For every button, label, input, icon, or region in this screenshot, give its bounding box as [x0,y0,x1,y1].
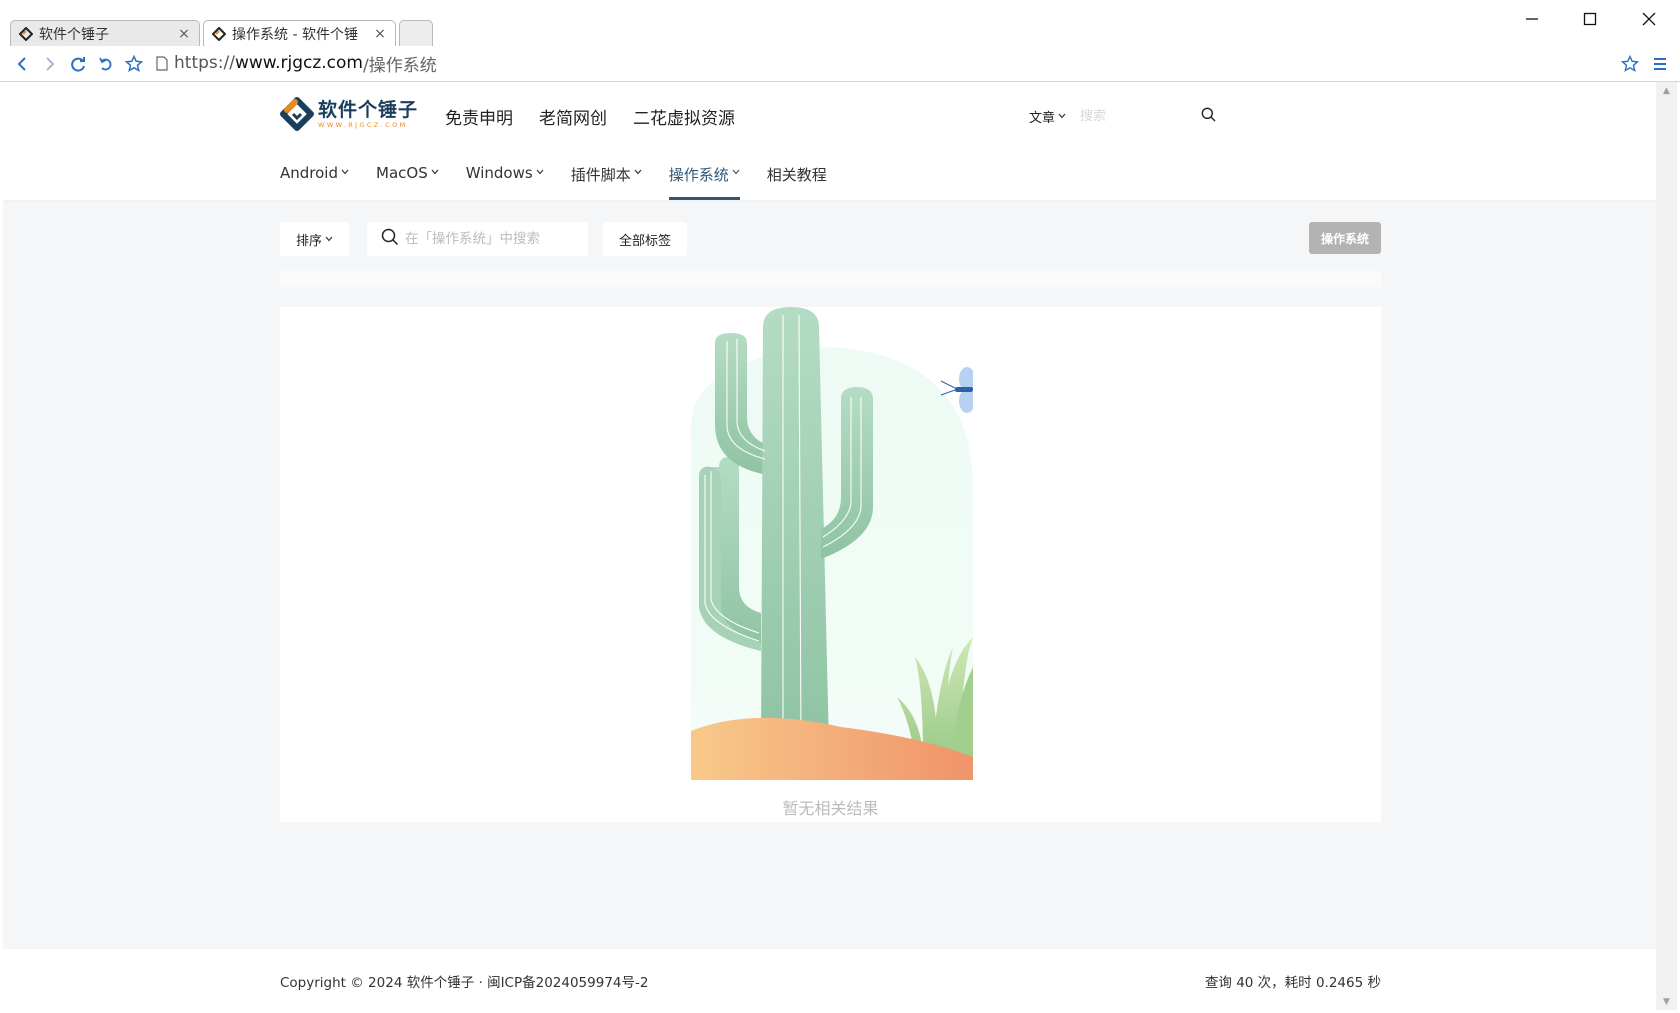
category-label: 操作系统 [668,166,729,184]
chevron-down-icon [431,169,439,175]
tab-title: 软件个锤子 [39,26,109,43]
page-icon [156,55,168,71]
undo-icon[interactable] [92,50,120,78]
category-os[interactable]: 操作系统 [668,164,740,200]
url-host: www.rjgcz.com [234,53,363,73]
star-icon[interactable] [120,50,148,78]
top-nav: 免责申明 老简网创 二花虚拟资源 [445,104,761,129]
url-protocol: https:// [174,53,235,73]
search-icon[interactable] [1201,107,1216,126]
results-card: 暂无相关结果 [280,307,1381,822]
minimize-button[interactable] [1509,6,1555,32]
chevron-down-icon [1058,113,1066,119]
chevron-down-icon [634,169,642,175]
category-search [367,222,588,256]
category-label: Windows [465,164,533,182]
browser-tab-home[interactable]: 软件个锤子 × [10,20,200,46]
search-scope-label: 文章 [1029,110,1056,126]
site-favicon-icon [19,26,33,41]
chevron-down-icon [536,169,544,175]
search-icon [381,228,399,250]
menu-icon[interactable] [1646,50,1674,78]
chevron-down-icon [341,169,349,175]
all-tags-button[interactable]: 全部标签 [603,222,688,256]
category-label: 插件脚本 [570,166,631,184]
top-nav-disclaimer[interactable]: 免责申明 [445,104,513,129]
scroll-down-icon[interactable]: ▼ [1656,993,1677,1010]
category-label: 相关教程 [766,166,827,184]
address-bar[interactable]: https://www.rjgcz.com/操作系统 [156,50,1606,76]
site-favicon-icon [212,26,226,41]
top-nav-erhua[interactable]: 二花虚拟资源 [633,104,735,129]
category-windows[interactable]: Windows [466,164,544,200]
filter-bar: 排序 全部标签 操作系统 [280,222,1381,256]
empty-results-text: 暂无相关结果 [782,799,879,818]
page-scrollbar[interactable]: ▲ ▼ [1656,82,1677,1010]
search-scope-dropdown[interactable]: 文章 [1029,107,1066,126]
empty-cactus-illustration [691,307,973,780]
current-tag-button[interactable]: 操作系统 [1308,222,1381,254]
refresh-icon[interactable] [64,50,92,78]
tab-strip: 软件个锤子 × 操作系统 - 软件个锤 × [0,0,1680,46]
bookmark-star-icon[interactable] [1616,50,1644,78]
category-label: MacOS [376,164,428,182]
new-tab-button[interactable] [399,20,433,46]
category-macos[interactable]: MacOS [376,164,439,200]
logo-subtext: WWW.RJGCZ.COM [318,121,408,129]
sort-dropdown[interactable]: 排序 [280,222,350,256]
all-tags-label: 全部标签 [619,233,672,249]
tab-close-icon[interactable]: × [373,26,387,42]
site-logo[interactable]: 软件个锤子 WWW.RJGCZ.COM [279,94,418,134]
tab-close-icon[interactable]: × [177,26,191,42]
forward-icon[interactable] [36,50,64,78]
site-footer: Copyright © 2024 软件个锤子 · 闽ICP备2024059974… [3,949,1656,1010]
footer-stats: 查询 40 次，耗时 0.2465 秒 [1204,975,1381,991]
scroll-up-icon[interactable]: ▲ [1656,82,1677,99]
browser-tab-active[interactable]: 操作系统 - 软件个锤 × [203,20,396,46]
category-plugins[interactable]: 插件脚本 [571,164,642,200]
browser-chrome: 软件个锤子 × 操作系统 - 软件个锤 × https:// www.rjgcz… [0,0,1680,82]
sort-label: 排序 [296,233,323,249]
url-path: /操作系统 [362,55,437,76]
logo-text: 软件个锤子 [318,99,419,121]
results-header-strip [280,271,1381,287]
category-nav: Android MacOS Windows 插件脚本 操作系统 相关教程 [280,164,854,200]
page-viewport: 软件个锤子 WWW.RJGCZ.COM 免责申明 老简网创 二花虚拟资源 文章 … [3,82,1656,1010]
chevron-down-icon [325,236,333,242]
back-icon[interactable] [8,50,36,78]
browser-toolbar: https://www.rjgcz.com/操作系统 [0,46,1680,82]
category-android[interactable]: Android [280,164,349,200]
chevron-down-icon [732,169,740,175]
category-search-input[interactable] [405,231,585,247]
footer-copyright[interactable]: Copyright © 2024 软件个锤子 · 闽ICP备2024059974… [280,971,648,991]
category-label: Android [280,164,338,182]
logo-mark-icon [280,97,314,131]
tab-title: 操作系统 - 软件个锤 [232,26,358,43]
header-search-input[interactable] [1080,108,1191,124]
maximize-button[interactable] [1567,6,1613,32]
header-search: 文章 [1029,104,1223,128]
top-nav-laojian[interactable]: 老简网创 [539,104,607,129]
category-tutorials[interactable]: 相关教程 [767,164,827,200]
site-header: 软件个锤子 WWW.RJGCZ.COM 免责申明 老简网创 二花虚拟资源 文章 … [3,82,1656,200]
window-close-button[interactable] [1626,6,1672,32]
